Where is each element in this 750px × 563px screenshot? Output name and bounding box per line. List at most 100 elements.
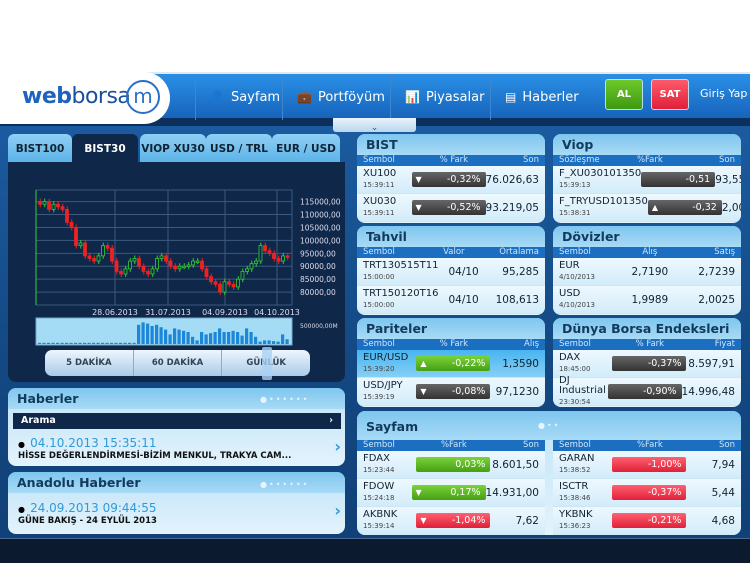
value: 93,5500	[715, 173, 741, 186]
timestamp: 15:39:20	[363, 365, 395, 373]
candle	[96, 255, 101, 262]
plot-frame	[35, 189, 293, 306]
table-header: Sözleşme %Fark Son	[553, 155, 741, 166]
panel-title: BIST	[357, 134, 545, 155]
candle	[60, 206, 65, 210]
change-value: -0,52%	[446, 202, 481, 213]
timestamp: 15:36:23	[559, 522, 591, 530]
table-row[interactable]: FDOW 15:24:18 ▼ 0,17% 14.931,00	[357, 479, 545, 507]
volume-bar	[87, 342, 91, 344]
table-row[interactable]: ISCTR 15:38:46 -0,37% 5,44	[553, 479, 741, 507]
candle	[281, 255, 285, 262]
table-row[interactable]: TRT150120T16 15:00:00 04/10 108,613	[357, 286, 545, 314]
volume-bar	[218, 328, 222, 344]
candle	[267, 250, 272, 254]
timeframe-60min[interactable]: 60 DAKİKA	[134, 350, 223, 376]
volume-bar	[141, 322, 145, 344]
table-row[interactable]: DJ Industrial 23:30:54 -0,90% 14.996,48	[553, 376, 741, 406]
candle	[258, 245, 263, 262]
arrow-down-icon: ▼	[420, 516, 427, 525]
news-item[interactable]: ● 24.09.2013 09:44:55 GÜNE BAKIŞ - 24 EY…	[8, 493, 345, 530]
table-row[interactable]: USD/JPY 15:39:19 ▼ -0,08% 97,1230	[357, 378, 545, 406]
candle	[263, 245, 267, 252]
value: 4,68	[711, 514, 735, 527]
volume-bar	[114, 342, 118, 344]
volume-bar	[47, 342, 51, 344]
candle	[65, 208, 69, 223]
table-row[interactable]: TRT130515T11 15:00:00 04/10 95,285	[357, 258, 545, 286]
mid-value: 2,7190	[631, 265, 669, 278]
change-badge: ▼ -0,52%	[411, 200, 486, 215]
table-header: Sembol Alış Satış	[553, 247, 741, 258]
mid-value: 04/10	[448, 265, 479, 278]
value: 2,0080	[721, 201, 741, 214]
candle	[69, 221, 74, 228]
table-row[interactable]: XU030 15:39:11 ▼ -0,52% 93.219,05	[357, 194, 545, 222]
table-row[interactable]: F_TRYUSD101350 15:38:31 ▲ -0,32 2,0080	[553, 194, 741, 222]
news-item[interactable]: ● 04.10.2013 15:35:11 HİSSE DEĞERLENDİRM…	[8, 429, 345, 464]
timeframe-5min[interactable]: 5 DAKİKA	[45, 350, 134, 376]
change-badge: -1,00%	[612, 457, 687, 472]
candle	[47, 201, 51, 210]
table-row[interactable]: FDAX 15:23:44 0,03% 8.601,50	[357, 451, 545, 479]
change-value: -0,32	[692, 202, 717, 213]
table-row[interactable]: YKBNK 15:36:23 -0,21% 4,68	[553, 507, 741, 535]
column-header: Sembol	[559, 440, 591, 450]
candle	[146, 271, 150, 275]
table-row[interactable]: EUR 4/10/2013 2,7190 2,7239	[553, 258, 741, 286]
timestamp: 15:00:00	[363, 301, 395, 309]
change-value: 0,03%	[455, 459, 486, 470]
news-search[interactable]: Arama ›	[13, 413, 341, 429]
table-row[interactable]: GARAN 15:38:52 -1,00% 7,94	[553, 451, 741, 479]
table-header: Sembol %Fark Son	[357, 440, 545, 451]
symbol-cell: YKBNK 15:36:23	[559, 510, 612, 531]
news-headline: GÜNE BAKIŞ - 24 EYLÜL 2013	[18, 516, 157, 526]
column-header: Sembol	[363, 440, 395, 450]
candle	[159, 255, 164, 259]
candle	[74, 227, 78, 246]
value: 97,1230	[495, 385, 539, 398]
arrow-up-icon: ▲	[651, 203, 658, 212]
arrow-down-icon: ▼	[415, 203, 422, 212]
symbol: XU100	[363, 168, 397, 179]
page-dots[interactable]: ●••	[538, 421, 560, 430]
table-header: Sembol % Fark Fiyat	[553, 339, 741, 350]
change-badge: ▲ -0,22%	[416, 356, 491, 371]
value: 8.597,91	[688, 357, 735, 370]
change-badge: -0,37%	[612, 356, 687, 371]
symbol-cell: DAX 18:45:00	[559, 353, 612, 374]
change-value: -0,08%	[451, 386, 486, 397]
candle	[177, 265, 182, 270]
panel-dunya: Dünya Borsa Endeksleri Sembol% Fark Fiyat D…	[553, 318, 741, 407]
table-row[interactable]: XU100 15:39:11 ▼ -0,32% 76.026,63	[357, 166, 545, 194]
candle	[141, 265, 146, 272]
table-header: Sembol % Fark Son	[357, 155, 545, 166]
change-cell: -0,51	[641, 172, 716, 187]
value: 14.931,00	[485, 486, 539, 499]
table-row[interactable]: DAX 18:45:00 -0,37% 8.597,91	[553, 350, 741, 378]
volume-bar	[38, 342, 42, 344]
page-dots[interactable]: ●••••••	[260, 395, 309, 404]
panel-tahvil: Tahvil Sembol Valor Ortalama TRT130515T11 15:…	[357, 226, 545, 315]
volume-bar	[258, 341, 262, 344]
value: 95,285	[502, 265, 540, 278]
timeframe-slider-handle[interactable]	[262, 347, 272, 380]
change-badge: 0,03%	[416, 457, 491, 472]
candle	[236, 278, 240, 288]
symbol: ISCTR	[559, 481, 589, 492]
chevron-right-icon: ›	[334, 437, 341, 456]
table-row[interactable]: AKBNK 15:39:14 ▼ -1,04% 7,62	[357, 507, 545, 535]
table-row[interactable]: USD 4/10/2013 1,9989 2,0025	[553, 286, 741, 314]
change-value: -0,90%	[642, 386, 677, 397]
change-badge: ▲ -0,32	[647, 200, 722, 215]
table-header: Sembol Valor Ortalama	[357, 247, 545, 258]
volume-bar	[191, 336, 195, 344]
table-row[interactable]: F_XU030101350 15:39:13 -0,51 93,5500	[553, 166, 741, 194]
symbol-cell: F_XU030101350 15:39:13	[559, 169, 641, 190]
table-row[interactable]: EUR/USD 15:39:20 ▲ -0,22% 1,3590	[357, 350, 545, 378]
volume-bar	[249, 332, 253, 344]
value: 93.219,05	[485, 201, 539, 214]
column-header: Satış	[714, 247, 736, 257]
volume-bar	[195, 340, 199, 344]
page-dots[interactable]: ●••••••	[260, 480, 309, 489]
